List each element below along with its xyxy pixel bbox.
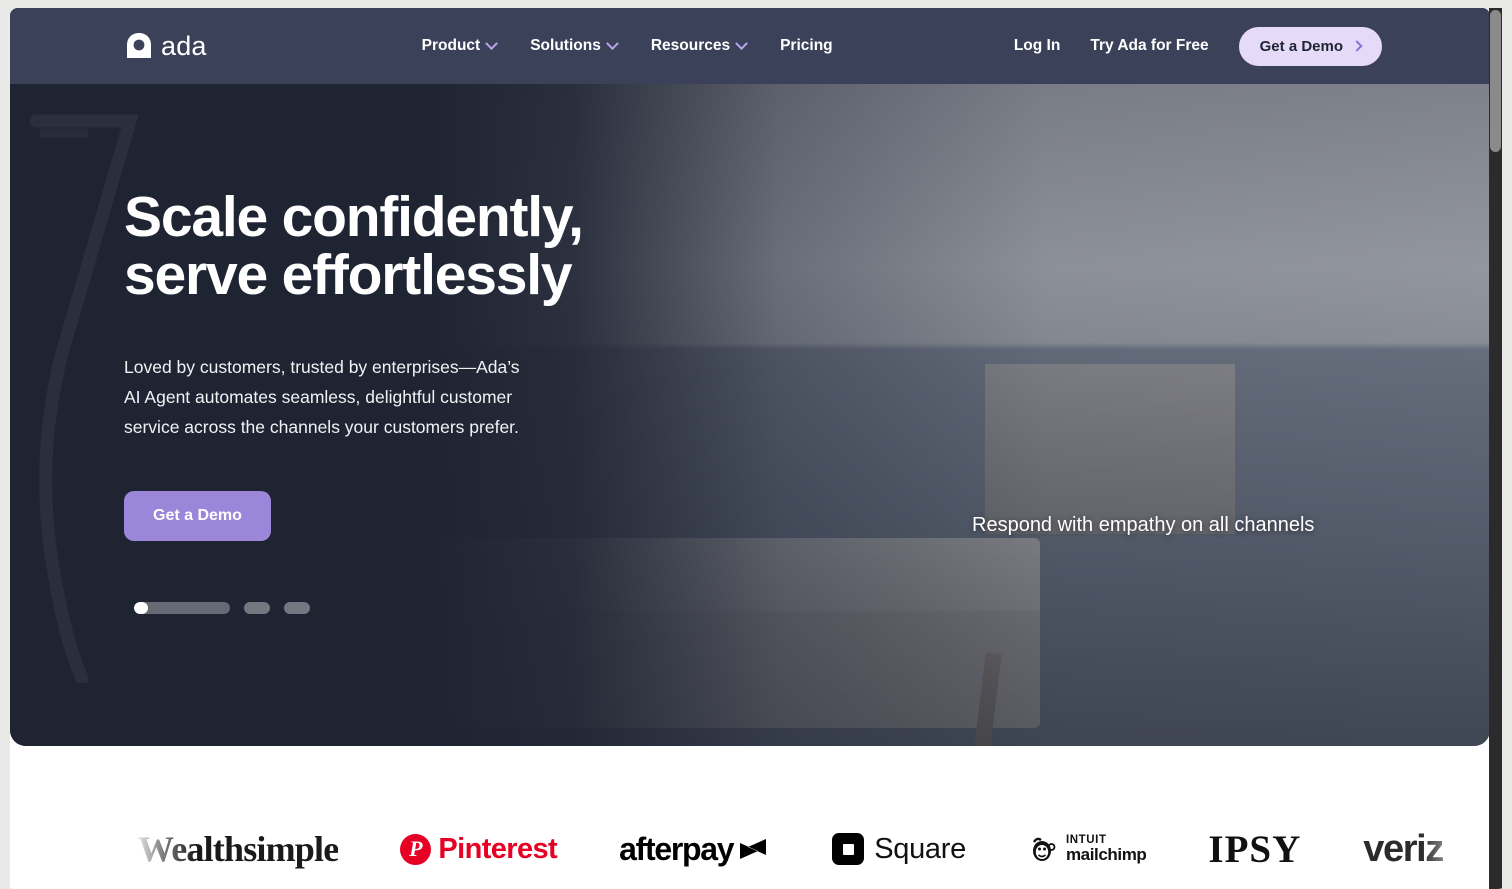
pinterest-icon: P bbox=[400, 833, 432, 865]
nav-item-product[interactable]: Product bbox=[421, 36, 499, 55]
login-link[interactable]: Log In bbox=[1014, 37, 1061, 55]
page-viewport: ada Product Solutions Resources Pricing … bbox=[10, 8, 1490, 889]
brand-logo-afterpay: afterpay bbox=[619, 826, 770, 872]
pinterest-wordmark: Pinterest bbox=[438, 832, 558, 865]
brand-logo-verizon: veriz bbox=[1363, 826, 1444, 872]
nav-item-solutions-label: Solutions bbox=[530, 37, 601, 54]
try-ada-free-link[interactable]: Try Ada for Free bbox=[1090, 37, 1208, 55]
customer-logo-row: Wealthsimple P Pinterest afterpay Square… bbox=[138, 821, 1444, 877]
ada-logo[interactable]: ada bbox=[126, 31, 207, 62]
afterpay-wordmark: afterpay bbox=[619, 830, 734, 867]
mailchimp-monkey-icon bbox=[1032, 837, 1056, 861]
afterpay-bowtie-icon bbox=[740, 839, 767, 859]
carousel-dot-2[interactable] bbox=[244, 602, 270, 614]
nav-get-a-demo-label: Get a Demo bbox=[1259, 37, 1343, 55]
brand-logo-mailchimp: INTUIT mailchimp bbox=[1028, 826, 1147, 872]
chevron-down-icon bbox=[605, 36, 619, 50]
hero-carousel-indicators bbox=[134, 602, 310, 614]
scrollbar-thumb[interactable] bbox=[1490, 10, 1501, 152]
ada-logo-icon bbox=[127, 33, 151, 58]
nav-item-pricing-label: Pricing bbox=[780, 37, 833, 54]
wealthsimple-wordmark: Wealthsimple bbox=[138, 829, 339, 869]
brand-logo-wealthsimple: Wealthsimple bbox=[138, 826, 339, 872]
hero-section: ada Product Solutions Resources Pricing … bbox=[10, 8, 1490, 746]
nav-item-pricing[interactable]: Pricing bbox=[780, 37, 833, 55]
hero-slide-caption: Respond with empathy on all channels bbox=[972, 514, 1315, 536]
ada-logo-text: ada bbox=[161, 30, 207, 61]
square-icon bbox=[832, 833, 865, 865]
verizon-wordmark: veriz bbox=[1363, 827, 1444, 870]
carousel-dot-1[interactable] bbox=[134, 602, 230, 614]
customer-logo-strip: Wealthsimple P Pinterest afterpay Square… bbox=[10, 746, 1490, 889]
main-menu: Product Solutions Resources Pricing bbox=[421, 36, 833, 55]
brand-logo-ipsy: IPSY bbox=[1208, 826, 1301, 872]
hero-get-a-demo-button[interactable]: Get a Demo bbox=[124, 490, 271, 541]
browser-window: ada Product Solutions Resources Pricing … bbox=[0, 0, 1512, 889]
mailchimp-wordmark: mailchimp bbox=[1065, 845, 1147, 865]
page-scrollbar[interactable] bbox=[1489, 8, 1502, 889]
hero-content: Scale confidently, serve effortlessly Lo… bbox=[124, 188, 744, 541]
top-navigation-bar: ada Product Solutions Resources Pricing … bbox=[10, 8, 1490, 84]
arrow-right-icon bbox=[1351, 40, 1363, 52]
carousel-dot-3[interactable] bbox=[284, 602, 310, 614]
square-wordmark: Square bbox=[874, 832, 966, 865]
nav-get-a-demo-button[interactable]: Get a Demo bbox=[1238, 26, 1382, 66]
chevron-down-icon bbox=[485, 36, 499, 50]
ipsy-wordmark: IPSY bbox=[1208, 827, 1302, 871]
hero-headline: Scale confidently, serve effortlessly bbox=[124, 185, 584, 308]
brand-logo-square: Square bbox=[832, 826, 966, 872]
chevron-down-icon bbox=[735, 36, 748, 50]
nav-item-product-label: Product bbox=[421, 37, 481, 54]
nav-item-solutions[interactable]: Solutions bbox=[530, 36, 619, 55]
nav-actions: Log In Try Ada for Free Get a Demo bbox=[1014, 26, 1382, 66]
nav-item-resources[interactable]: Resources bbox=[650, 36, 748, 55]
brand-logo-pinterest: P Pinterest bbox=[400, 826, 558, 872]
hero-subheadline: Loved by customers, trusted by enterpris… bbox=[124, 357, 520, 438]
nav-item-resources-label: Resources bbox=[650, 37, 731, 54]
